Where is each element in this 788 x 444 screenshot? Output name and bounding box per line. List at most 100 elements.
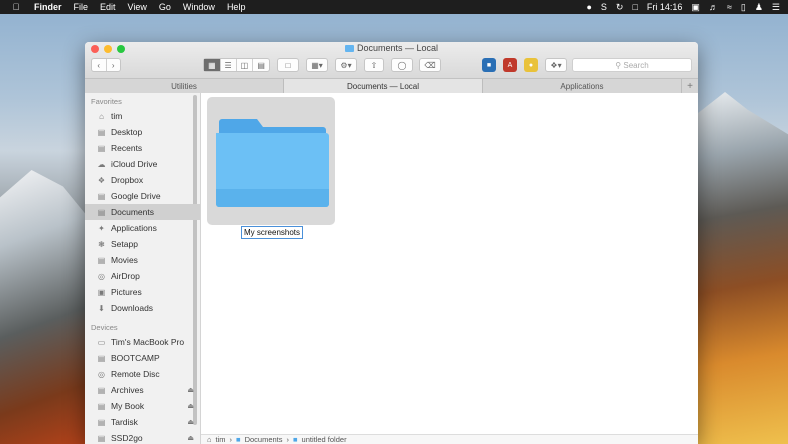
calendar-icon[interactable]: □	[632, 2, 637, 12]
movies-icon: ▤	[97, 255, 106, 265]
window-title: Documents — Local	[85, 43, 698, 53]
tab-documents-local[interactable]: Documents — Local	[284, 79, 483, 93]
sidebar-item-applications[interactable]: ✦ Applications	[85, 220, 200, 236]
apple-icon[interactable]: 	[10, 2, 22, 12]
sidebar-item-bootcamp[interactable]: ▤ BOOTCAMP	[85, 350, 200, 366]
sync-icon[interactable]: ↻	[616, 2, 624, 13]
sidebar-item-setapp[interactable]: ❃ Setapp	[85, 236, 200, 252]
user-icon[interactable]: ♟	[755, 2, 763, 13]
notification-center-icon[interactable]: ☰	[772, 2, 780, 13]
back-button[interactable]: ‹	[92, 59, 107, 71]
eject-icon[interactable]: ⏏	[187, 402, 194, 410]
forward-button[interactable]: ›	[107, 59, 121, 71]
sidebar-item-archives[interactable]: ▤ Archives ⏏	[85, 382, 200, 398]
folder-icon: ■	[293, 435, 298, 444]
chevron-right-icon: ›	[229, 435, 233, 444]
eject-icon[interactable]: ⏏	[187, 386, 194, 394]
app-shortcut-3-icon[interactable]: ●	[524, 58, 538, 72]
desktop-icon: ▤	[97, 127, 106, 137]
home-icon: ⌂	[207, 435, 212, 444]
eject-icon[interactable]: ⏏	[187, 418, 194, 426]
wifi-icon[interactable]: ≈	[727, 2, 732, 12]
folder-name-field[interactable]: My screenshots	[241, 226, 304, 239]
menu-go[interactable]: Go	[159, 2, 171, 12]
setapp-icon: ❃	[98, 239, 105, 249]
menu-edit[interactable]: Edit	[100, 2, 116, 12]
wallpaper-mountain-right	[698, 92, 788, 444]
path-segment-untitled-folder[interactable]: untitled folder	[302, 435, 347, 444]
menu-app-name[interactable]: Finder	[34, 2, 62, 12]
skype-icon[interactable]: S	[601, 2, 607, 12]
cloud-icon: ☁	[97, 159, 106, 169]
documents-icon: ▤	[97, 207, 106, 217]
sidebar: Favorites ⌂ tim ▤ Desktop ▤ Recents ☁ iCloud…	[85, 93, 201, 444]
sidebar-item-google-drive[interactable]: ▤ Google Drive	[85, 188, 200, 204]
icon-view-icon[interactable]: ▦	[204, 59, 221, 71]
display-icon[interactable]: ▣	[691, 2, 700, 13]
action-gear-icon[interactable]: ⚙▾	[335, 58, 357, 72]
menu-bar:  Finder File Edit View Go Window Help ●…	[0, 0, 788, 14]
sidebar-item-my-book[interactable]: ▤ My Book ⏏	[85, 398, 200, 414]
eject-icon[interactable]: ⏏	[187, 434, 194, 442]
menu-view[interactable]: View	[128, 2, 147, 12]
sidebar-item-ssd2go[interactable]: ▤ SSD2go ⏏	[85, 430, 200, 444]
title-bar: Documents — Local ‹ › ▦ ☰ ◫ ▤ □ ▦▾ ⚙▾ ⇧ …	[85, 42, 698, 79]
menu-window[interactable]: Window	[183, 2, 215, 12]
tab-applications[interactable]: Applications	[483, 79, 682, 93]
sidebar-item-documents[interactable]: ▤ Documents	[85, 204, 200, 220]
dropbox-menu-icon[interactable]: ❖▾	[545, 58, 567, 72]
recents-icon: ▤	[97, 143, 106, 153]
clock[interactable]: Fri 14:16	[647, 2, 683, 12]
tag-icon[interactable]: ◯	[391, 58, 413, 72]
tab-utilities[interactable]: Utilities	[85, 79, 284, 93]
app-shortcut-1-icon[interactable]: ■	[482, 58, 496, 72]
folder-icon: ▤	[97, 191, 106, 201]
view-mode-control: ▦ ☰ ◫ ▤	[203, 58, 270, 72]
sidebar-item-movies[interactable]: ▤ Movies	[85, 252, 200, 268]
group-by-icon[interactable]: ▦▾	[306, 58, 328, 72]
new-tab-button[interactable]: +	[682, 79, 698, 93]
favorites-header: Favorites	[91, 97, 122, 106]
battery-icon[interactable]: ▯	[741, 2, 746, 13]
menu-help[interactable]: Help	[227, 2, 246, 12]
sidebar-item-tardisk[interactable]: ▤ Tardisk ⏏	[85, 414, 200, 430]
sidebar-item-downloads[interactable]: ⬇ Downloads	[85, 300, 200, 316]
folder-icon	[344, 45, 354, 52]
home-icon: ⌂	[99, 111, 104, 121]
trash-icon[interactable]: ⌫	[419, 58, 441, 72]
menu-file[interactable]: File	[74, 2, 89, 12]
external-disk-icon: ▤	[97, 401, 106, 411]
devices-header: Devices	[91, 323, 118, 332]
sidebar-item-macbook-pro[interactable]: ▭ Tim's MacBook Pro	[85, 334, 200, 350]
finder-window: Documents — Local ‹ › ▦ ☰ ◫ ▤ □ ▦▾ ⚙▾ ⇧ …	[85, 42, 698, 444]
back-forward-control: ‹ ›	[91, 58, 121, 72]
sidebar-item-tim[interactable]: ⌂ tim	[85, 108, 200, 124]
messages-icon[interactable]: ●	[586, 2, 591, 12]
sidebar-item-remote-disc[interactable]: ◎ Remote Disc	[85, 366, 200, 382]
chevron-right-icon: ›	[286, 435, 290, 444]
sidebar-item-recents[interactable]: ▤ Recents	[85, 140, 200, 156]
sidebar-item-desktop[interactable]: ▤ Desktop	[85, 124, 200, 140]
volume-icon[interactable]: ♬	[709, 2, 718, 12]
disk-icon: ▤	[97, 353, 106, 363]
wallpaper-mountain-left	[0, 170, 90, 444]
sidebar-item-dropbox[interactable]: ❖ Dropbox	[85, 172, 200, 188]
gallery-view-icon[interactable]: ▤	[253, 59, 269, 71]
file-browser-area[interactable]: My screenshots ⌂ tim › ■ Documents › ■ u…	[201, 93, 698, 444]
sidebar-item-icloud-drive[interactable]: ☁ iCloud Drive	[85, 156, 200, 172]
path-segment-tim[interactable]: tim	[216, 435, 226, 444]
sidebar-item-pictures[interactable]: ▣ Pictures	[85, 284, 200, 300]
list-view-icon[interactable]: ☰	[221, 59, 237, 71]
app-shortcut-2-icon[interactable]: A	[503, 58, 517, 72]
column-view-icon[interactable]: ◫	[237, 59, 254, 71]
search-input[interactable]: ⚲ Search	[572, 58, 692, 72]
selected-folder-item[interactable]	[207, 97, 335, 225]
laptop-icon: ▭	[97, 337, 106, 347]
external-disk-icon: ▤	[97, 433, 106, 443]
external-disk-icon: ▤	[97, 417, 106, 427]
path-segment-documents[interactable]: Documents	[245, 435, 283, 444]
new-folder-icon[interactable]: □	[277, 58, 299, 72]
sidebar-item-airdrop[interactable]: ◎ AirDrop	[85, 268, 200, 284]
share-icon[interactable]: ⇧	[364, 58, 384, 72]
dropbox-icon: ❖	[97, 175, 106, 185]
